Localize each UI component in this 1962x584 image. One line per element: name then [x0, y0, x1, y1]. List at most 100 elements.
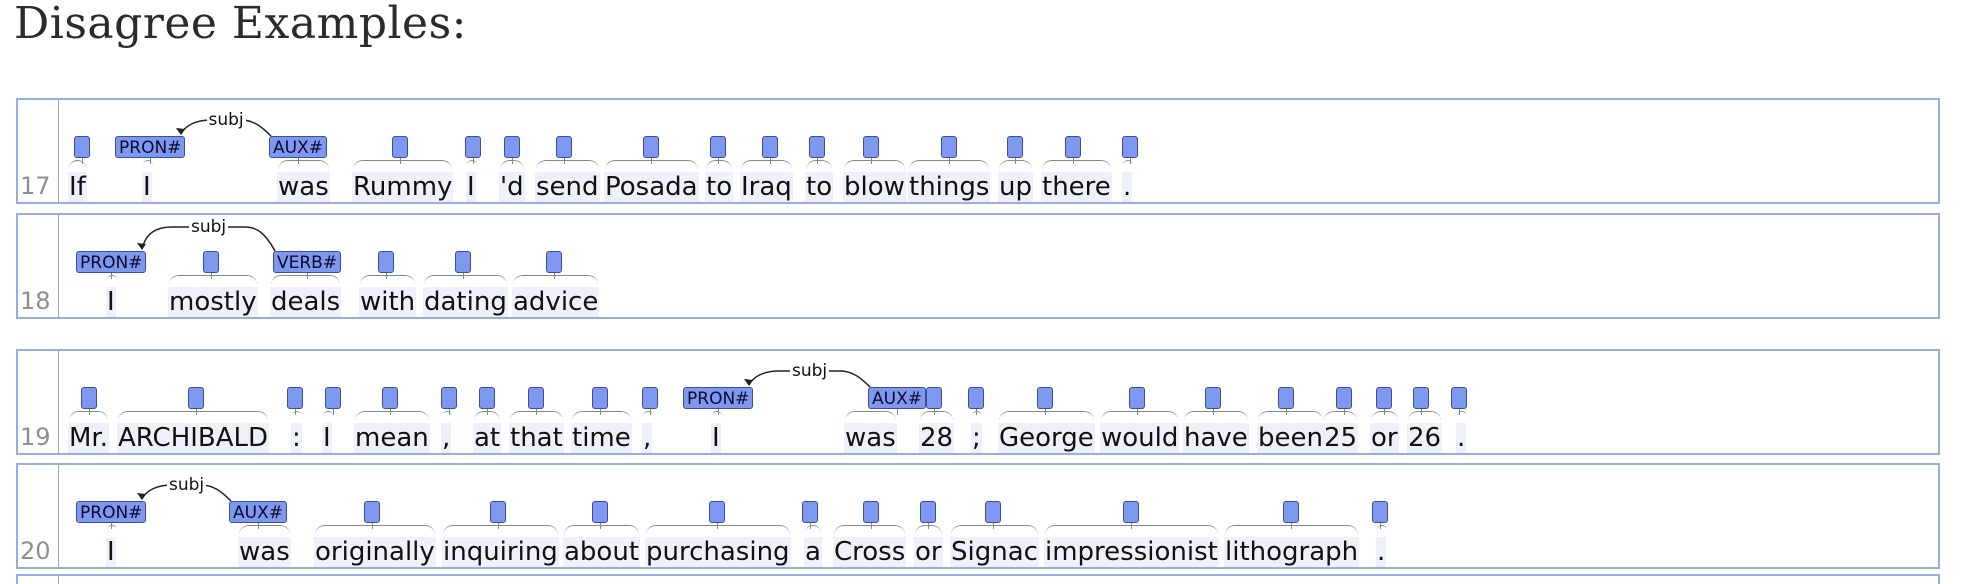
empty-tag-box[interactable]	[364, 501, 380, 523]
empty-tag-box[interactable]	[382, 387, 398, 409]
empty-tag-box[interactable]	[441, 387, 457, 409]
pos-tag-box[interactable]: PRON#	[76, 251, 147, 273]
token[interactable]: that	[509, 423, 564, 453]
token[interactable]: originally	[314, 537, 436, 567]
token[interactable]: 'd	[499, 172, 525, 202]
token[interactable]: .	[1376, 537, 1387, 567]
token[interactable]: I	[322, 423, 332, 453]
empty-tag-box[interactable]	[1122, 136, 1138, 158]
token[interactable]: would	[1100, 423, 1180, 453]
token[interactable]: I	[106, 287, 116, 317]
empty-tag-box[interactable]	[920, 501, 936, 523]
token[interactable]: 25	[1323, 423, 1359, 453]
token[interactable]: about	[563, 537, 641, 567]
empty-tag-box[interactable]	[592, 501, 608, 523]
empty-tag-box[interactable]	[1123, 501, 1139, 523]
token[interactable]: mostly	[168, 287, 258, 317]
empty-tag-box[interactable]	[1413, 387, 1429, 409]
empty-tag-box[interactable]	[643, 136, 659, 158]
pos-tag-box[interactable]: AUX#	[868, 387, 926, 409]
empty-tag-box[interactable]	[926, 387, 942, 409]
empty-tag-box[interactable]	[941, 136, 957, 158]
empty-tag-box[interactable]	[802, 501, 818, 523]
empty-tag-box[interactable]	[592, 387, 608, 409]
empty-tag-box[interactable]	[188, 387, 204, 409]
token[interactable]: I	[106, 537, 116, 567]
token[interactable]: ARCHIBALD	[117, 423, 270, 453]
pos-tag-box[interactable]: PRON#	[115, 136, 186, 158]
token[interactable]: 26	[1407, 423, 1443, 453]
token[interactable]: 28	[919, 423, 955, 453]
empty-tag-box[interactable]	[74, 136, 90, 158]
token[interactable]: blow	[843, 172, 906, 202]
empty-tag-box[interactable]	[710, 136, 726, 158]
token[interactable]: Iraq	[740, 172, 793, 202]
token[interactable]: been	[1257, 423, 1324, 453]
token[interactable]: .	[1122, 172, 1133, 202]
token[interactable]: with	[359, 287, 417, 317]
pos-tag-box[interactable]: PRON#	[683, 387, 754, 409]
token[interactable]: was	[844, 423, 897, 453]
pos-tag-box[interactable]: VERB#	[273, 251, 342, 273]
empty-tag-box[interactable]	[1336, 387, 1352, 409]
empty-tag-box[interactable]	[985, 501, 1001, 523]
token[interactable]: I	[711, 423, 721, 453]
empty-tag-box[interactable]	[1372, 501, 1388, 523]
dependency-label[interactable]: subj	[189, 217, 229, 237]
token[interactable]: there	[1041, 172, 1112, 202]
empty-tag-box[interactable]	[203, 251, 219, 273]
token[interactable]: to	[805, 172, 834, 202]
empty-tag-box[interactable]	[81, 387, 97, 409]
dependency-label[interactable]: subj	[206, 110, 246, 130]
token[interactable]: I	[466, 172, 476, 202]
token[interactable]: was	[238, 537, 291, 567]
empty-tag-box[interactable]	[479, 387, 495, 409]
token[interactable]: send	[535, 172, 600, 202]
token[interactable]: mean	[354, 423, 430, 453]
token[interactable]: or	[1370, 423, 1399, 453]
token[interactable]: impressionist	[1044, 537, 1219, 567]
token[interactable]: deals	[270, 287, 342, 317]
token[interactable]: Rummy	[352, 172, 454, 202]
empty-tag-box[interactable]	[1037, 387, 1053, 409]
token[interactable]: ,	[642, 423, 653, 453]
empty-tag-box[interactable]	[1065, 136, 1081, 158]
dependency-label[interactable]: subj	[790, 361, 830, 381]
empty-tag-box[interactable]	[863, 501, 879, 523]
empty-tag-box[interactable]	[863, 136, 879, 158]
token[interactable]: lithograph	[1224, 537, 1360, 567]
pos-tag-box[interactable]: PRON#	[76, 501, 147, 523]
empty-tag-box[interactable]	[762, 136, 778, 158]
token[interactable]: up	[998, 172, 1033, 202]
empty-tag-box[interactable]	[1278, 387, 1294, 409]
token[interactable]: at	[473, 423, 502, 453]
empty-tag-box[interactable]	[642, 387, 658, 409]
token[interactable]: inquiring	[442, 537, 559, 567]
token[interactable]: George	[998, 423, 1095, 453]
token[interactable]: a	[804, 537, 822, 567]
empty-tag-box[interactable]	[490, 501, 506, 523]
token[interactable]: ,	[441, 423, 452, 453]
token[interactable]: things	[908, 172, 991, 202]
empty-tag-box[interactable]	[455, 251, 471, 273]
empty-tag-box[interactable]	[504, 136, 520, 158]
empty-tag-box[interactable]	[1205, 387, 1221, 409]
empty-tag-box[interactable]	[1007, 136, 1023, 158]
token[interactable]: Signac	[950, 537, 1039, 567]
token[interactable]: advice	[512, 287, 600, 317]
empty-tag-box[interactable]	[809, 136, 825, 158]
token[interactable]: dating	[423, 287, 508, 317]
empty-tag-box[interactable]	[556, 136, 572, 158]
token[interactable]: Mr.	[68, 423, 109, 453]
empty-tag-box[interactable]	[709, 501, 725, 523]
token[interactable]: time	[571, 423, 632, 453]
token[interactable]: to	[705, 172, 734, 202]
token[interactable]: have	[1183, 423, 1249, 453]
token[interactable]: was	[277, 172, 330, 202]
empty-tag-box[interactable]	[968, 387, 984, 409]
pos-tag-box[interactable]: AUX#	[269, 136, 327, 158]
token[interactable]: I	[142, 172, 152, 202]
empty-tag-box[interactable]	[325, 387, 341, 409]
token[interactable]: purchasing	[645, 537, 791, 567]
empty-tag-box[interactable]	[392, 136, 408, 158]
